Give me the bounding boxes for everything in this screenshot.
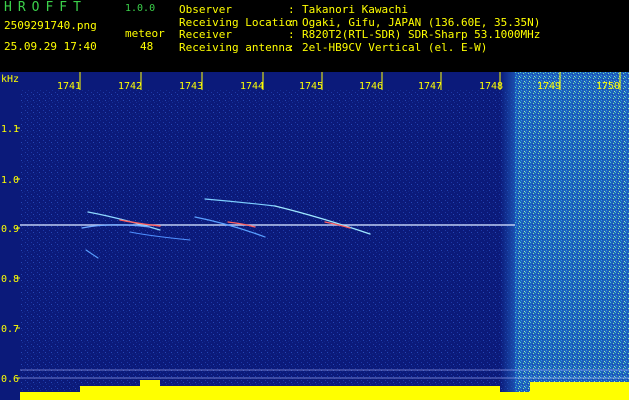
y-tick-label: 0.9 [1,224,19,235]
y-axis-unit: kHz [1,74,19,85]
app-version: 1.0.0 [125,3,156,14]
receiver-key: Receiver [179,28,232,41]
x-tick-label: 1745 [299,81,323,92]
y-tick-label: 0.8 [1,274,19,285]
y-axis-panel [0,72,20,400]
x-tick-label: 1742 [118,81,142,92]
app-title: HROFFT [4,0,87,15]
observer-key: Observer [179,3,232,16]
x-tick-label: 1748 [479,81,503,92]
x-tick-label: 1749 [537,81,561,92]
y-tick-label: 1.0 [1,175,19,186]
antenna-value: 2el-HB9CV Vertical (el. E-W) [302,41,488,54]
y-tick-label: 0.7 [1,324,19,335]
antenna-sep: : [288,41,295,54]
receiver-value: R820T2(RTL-SDR) SDR-Sharp 53.1000MHz [302,28,541,41]
x-tick-label: 1750 [596,81,620,92]
meteor-count: 48 [140,40,154,53]
y-tick-label: 1.1 [1,124,19,135]
spectrogram: kHz 1741 1742 1743 1744 1745 1746 1747 1… [0,72,629,400]
noise-band [515,72,629,400]
y-tick-label: 0.6 [1,374,19,385]
receiver-sep: : [288,28,295,41]
header-panel: HROFFT 1.0.0 2509291740.png meteor 25.09… [0,0,629,72]
x-tick-label: 1741 [57,81,81,92]
x-tick-label: 1747 [418,81,442,92]
observer-sep: : [288,3,295,16]
antenna-key: Receiving antenna [179,41,292,54]
x-tick-label: 1743 [179,81,203,92]
file-name: 2509291740.png [4,19,97,32]
x-tick-label: 1744 [240,81,264,92]
timestamp: 25.09.29 17:40 [4,40,97,53]
observer-value: Takanori Kawachi [302,3,408,16]
meteor-label: meteor [125,27,165,40]
x-tick-label: 1746 [359,81,383,92]
